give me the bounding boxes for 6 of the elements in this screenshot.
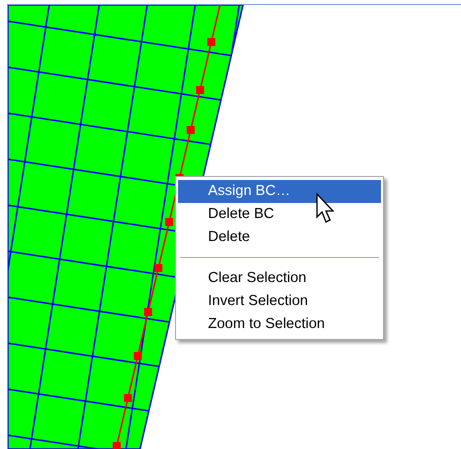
menu-item[interactable]: Delete — [178, 226, 381, 249]
menu-item[interactable]: Assign BC… — [178, 180, 381, 203]
menu-item[interactable]: Invert Selection — [178, 290, 381, 313]
menu-item[interactable]: Clear Selection — [178, 267, 381, 290]
menu-item[interactable]: Zoom to Selection — [178, 313, 381, 336]
menu-item[interactable]: Delete BC — [178, 203, 381, 226]
